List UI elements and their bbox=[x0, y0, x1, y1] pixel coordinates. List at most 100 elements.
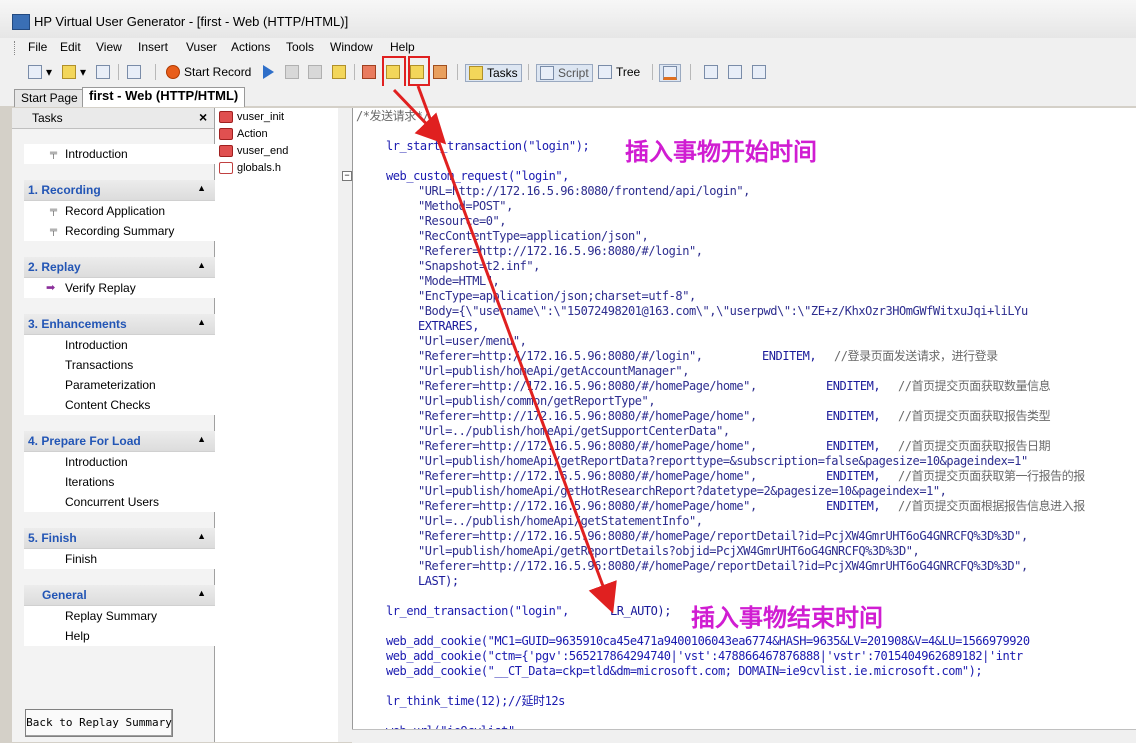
menu-insert[interactable]: Insert bbox=[138, 40, 168, 54]
task-finish[interactable]: Finish bbox=[24, 549, 216, 569]
code-line: EXTRARES, bbox=[418, 319, 479, 333]
collapse-block-icon[interactable]: − bbox=[342, 171, 352, 181]
collapse-icon[interactable]: ▲ bbox=[197, 183, 206, 193]
script-view-button[interactable]: Script bbox=[536, 64, 593, 82]
task-concurrent-users[interactable]: Concurrent Users bbox=[24, 492, 216, 512]
code-line: "Url=../publish/homeApi/getStatementInfo… bbox=[418, 514, 703, 528]
header-file-icon bbox=[219, 162, 233, 174]
tree-item-vuser-init[interactable]: vuser_init bbox=[219, 111, 284, 123]
code-line: "Referer=http://172.16.5.96:8080/#/login… bbox=[418, 349, 703, 363]
current-task-arrow-icon: ➡ bbox=[46, 282, 56, 294]
tree-label: Tree bbox=[616, 65, 641, 79]
tree-label: vuser_end bbox=[237, 145, 289, 157]
task-transactions[interactable]: Transactions bbox=[24, 355, 216, 375]
menu-tools[interactable]: Tools bbox=[286, 40, 314, 54]
tree-item-action[interactable]: Action bbox=[219, 128, 268, 140]
group-header[interactable]: 4. Prepare For Load ▲ bbox=[24, 431, 216, 452]
code-comment: //首页提交页面获取报告日期 bbox=[898, 439, 1051, 453]
rendezvous-button[interactable] bbox=[433, 64, 447, 80]
tab-start-page[interactable]: Start Page bbox=[14, 89, 85, 107]
menu-window[interactable]: Window bbox=[330, 40, 373, 54]
code-comment: //首页提交页面获取第一行报告的报 bbox=[898, 469, 1085, 483]
code-line: "Referer=http://172.16.5.96:8080/#/homeP… bbox=[418, 409, 757, 423]
save-button[interactable] bbox=[96, 64, 110, 80]
annotation-end-transaction: 插入事物结束时间 bbox=[691, 604, 883, 632]
task-replay-summary[interactable]: Replay Summary bbox=[24, 606, 216, 626]
title-bar: HP Virtual User Generator - [first - Web… bbox=[0, 0, 1136, 39]
task-load-introduction[interactable]: Introduction bbox=[24, 452, 216, 472]
group-header[interactable]: 3. Enhancements ▲ bbox=[24, 314, 216, 335]
tab-first-script[interactable]: first - Web (HTTP/HTML) bbox=[82, 87, 246, 107]
group-title: 2. Replay bbox=[28, 260, 81, 274]
script-icon bbox=[540, 66, 554, 80]
code-line: "Referer=http://172.16.5.96:8080/#/homeP… bbox=[418, 559, 1028, 573]
task-label: Verify Replay bbox=[65, 281, 136, 295]
collapse-icon[interactable]: ▲ bbox=[197, 434, 206, 444]
insert-step-button[interactable] bbox=[362, 64, 376, 80]
task-label: Help bbox=[65, 629, 90, 643]
task-enh-introduction[interactable]: Introduction bbox=[24, 335, 216, 355]
task-parameterization[interactable]: Parameterization bbox=[24, 375, 216, 395]
stop-button[interactable] bbox=[285, 64, 299, 80]
record-icon bbox=[166, 65, 180, 79]
find-button[interactable] bbox=[127, 64, 141, 80]
runtime-settings-button[interactable] bbox=[728, 64, 742, 80]
horizontal-scrollbar[interactable] bbox=[352, 729, 1136, 743]
menu-view[interactable]: View bbox=[96, 40, 122, 54]
task-record-application[interactable]: ╤ Record Application bbox=[24, 201, 216, 221]
options-icon bbox=[752, 65, 766, 79]
close-icon[interactable]: × bbox=[199, 109, 207, 125]
tree-view-button[interactable]: Tree bbox=[598, 64, 640, 80]
menu-edit[interactable]: Edit bbox=[60, 40, 81, 54]
code-line: "Url=publish/common/getReportType", bbox=[418, 394, 656, 408]
play-button[interactable] bbox=[263, 64, 274, 80]
group-title: 3. Enhancements bbox=[28, 317, 127, 331]
menu-file[interactable]: File bbox=[28, 40, 47, 54]
task-label: Introduction bbox=[65, 147, 128, 161]
tasks-button[interactable]: Tasks bbox=[465, 64, 522, 82]
pause-button[interactable] bbox=[308, 64, 322, 80]
collapse-icon[interactable]: ▲ bbox=[197, 588, 206, 598]
new-button[interactable]: ▾ bbox=[28, 64, 52, 80]
code-line: "Referer=http://172.16.5.96:8080/#/homeP… bbox=[418, 469, 757, 483]
binoculars-icon bbox=[127, 65, 141, 79]
code-line: "Body={\"username\":\"15072498201@163.co… bbox=[418, 304, 1028, 318]
tree-item-vuser-end[interactable]: vuser_end bbox=[219, 145, 288, 157]
code-keyword: ENDITEM, bbox=[762, 349, 817, 363]
task-help[interactable]: Help bbox=[24, 626, 216, 646]
output-window-button[interactable] bbox=[659, 64, 681, 82]
code-keyword: ENDITEM, bbox=[826, 439, 881, 453]
menu-vuser[interactable]: Vuser bbox=[186, 40, 217, 54]
code-line: "Url=user/menu", bbox=[418, 334, 527, 348]
start-record-button[interactable]: Start Record bbox=[166, 64, 251, 80]
grip-handle[interactable] bbox=[14, 41, 18, 55]
collapse-icon[interactable]: ▲ bbox=[197, 531, 206, 541]
task-content-checks[interactable]: Content Checks bbox=[24, 395, 216, 415]
parameter-button[interactable] bbox=[704, 64, 718, 80]
open-button[interactable]: ▾ bbox=[62, 64, 86, 80]
group-header[interactable]: General ▲ bbox=[24, 585, 216, 606]
task-verify-replay[interactable]: ➡ Verify Replay bbox=[24, 278, 216, 298]
document-tabs: Start Page first - Web (HTTP/HTML) bbox=[0, 86, 1136, 107]
menu-help[interactable]: Help bbox=[390, 40, 415, 54]
task-recording-summary[interactable]: ╤ Recording Summary bbox=[24, 221, 216, 241]
options-button[interactable] bbox=[752, 64, 766, 80]
code-line: "Referer=http://172.16.5.96:8080/#/homeP… bbox=[418, 439, 757, 453]
compile-button[interactable] bbox=[332, 64, 346, 80]
collapse-icon[interactable]: ▲ bbox=[197, 260, 206, 270]
back-to-replay-summary-button[interactable]: Back to Replay Summary bbox=[25, 709, 173, 737]
task-group-replay: 2. Replay ▲ ➡ Verify Replay bbox=[24, 257, 216, 298]
group-header[interactable]: 5. Finish ▲ bbox=[24, 528, 216, 549]
group-title: 1. Recording bbox=[28, 183, 101, 197]
task-introduction[interactable]: ╤ Introduction bbox=[24, 144, 216, 164]
task-iterations[interactable]: Iterations bbox=[24, 472, 216, 492]
tree-item-globals[interactable]: globals.h bbox=[219, 162, 281, 174]
menu-actions[interactable]: Actions bbox=[231, 40, 270, 54]
task-label: Content Checks bbox=[65, 398, 151, 412]
script-label: Script bbox=[558, 66, 589, 80]
collapse-icon[interactable]: ▲ bbox=[197, 317, 206, 327]
group-header[interactable]: 1. Recording ▲ bbox=[24, 180, 216, 201]
code-line: web_add_cookie("ctm={'pgv':5652178642947… bbox=[386, 649, 1023, 663]
group-header[interactable]: 2. Replay ▲ bbox=[24, 257, 216, 278]
script-editor[interactable]: /*发送请求*/ lr_start_transaction("login"); … bbox=[352, 108, 1136, 742]
